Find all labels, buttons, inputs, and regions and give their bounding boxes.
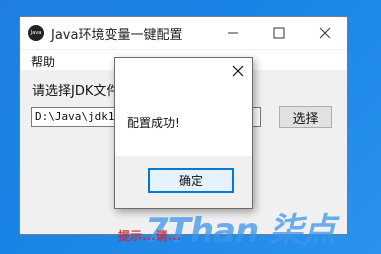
close-icon [319,27,331,39]
dialog-close-button[interactable] [228,61,248,81]
close-button[interactable] [302,17,348,49]
maximize-button[interactable] [256,17,302,49]
message-dialog: 配置成功! 确定 [114,57,253,209]
close-icon [232,65,244,77]
title-bar[interactable]: Java Java环境变量一键配置 [20,17,347,49]
app-icon-label: Java [30,30,42,36]
watermark-subtext: 提示...请... [118,229,182,243]
window-title: Java环境变量一键配置 [51,27,183,43]
browse-button[interactable]: 选择 [279,106,332,128]
menu-item-help[interactable]: 帮助 [31,53,55,70]
dialog-message: 配置成功! [127,116,180,130]
maximize-icon [273,27,285,39]
ok-button[interactable]: 确定 [148,168,234,193]
dialog-footer: 确定 [115,156,252,208]
minimize-icon [228,32,238,34]
minimize-button[interactable] [210,17,256,49]
java-app-icon: Java [28,25,44,41]
